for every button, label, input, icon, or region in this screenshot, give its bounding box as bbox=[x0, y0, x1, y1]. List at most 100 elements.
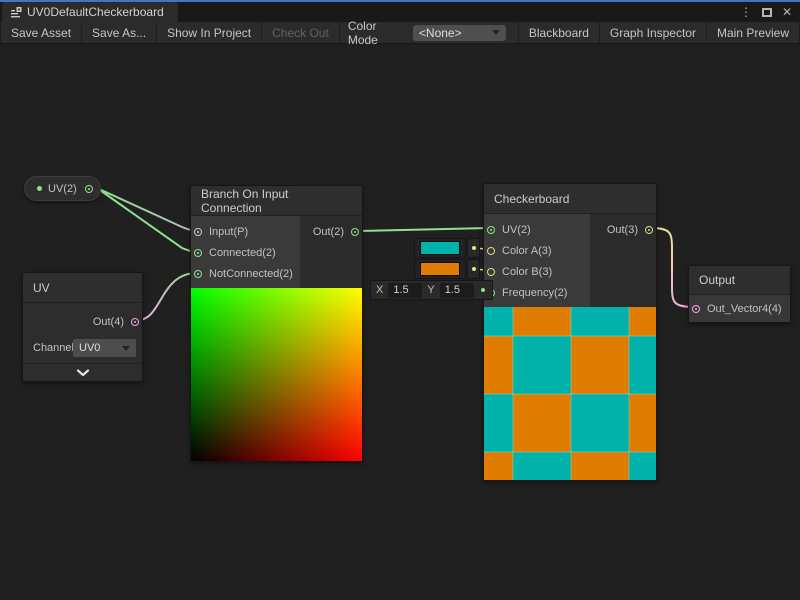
node-title: UV bbox=[23, 273, 142, 303]
color-a-connector bbox=[467, 238, 480, 258]
blackboard-toggle-button[interactable]: Blackboard bbox=[518, 22, 600, 43]
color-mode-label: Color Mode bbox=[340, 22, 413, 43]
branch-node-body: Input(P) Connected(2) NotConnected(2) Ou… bbox=[191, 216, 362, 288]
port-label: Connected(2) bbox=[209, 247, 276, 259]
color-a-port[interactable] bbox=[487, 247, 495, 255]
maximize-icon[interactable] bbox=[762, 8, 772, 17]
frequency-widget: X 1.5 Y 1.5 bbox=[370, 280, 493, 300]
color-a-swatch-box[interactable] bbox=[414, 238, 466, 258]
channel-value: UV0 bbox=[79, 342, 100, 354]
port-row-frequency: Frequency(2) bbox=[484, 282, 590, 303]
node-title: Output bbox=[689, 266, 790, 295]
out2-port[interactable] bbox=[351, 228, 359, 236]
close-icon[interactable]: ✕ bbox=[782, 5, 792, 19]
color-b-connector bbox=[467, 259, 480, 279]
color-mode-value: <None> bbox=[419, 26, 462, 40]
node-branch-on-input-connection[interactable]: Branch On Input Connection Input(P) Conn… bbox=[190, 185, 363, 462]
port-label: Color B(3) bbox=[502, 266, 552, 278]
port-label: Out(2) bbox=[313, 226, 344, 238]
uv-node-body: Out(4) Channel UV0 bbox=[23, 303, 142, 381]
port-row-out3: Out(3) bbox=[590, 219, 656, 240]
port-label: Out_Vector4(4) bbox=[707, 303, 782, 315]
tab-title: UV0DefaultCheckerboard bbox=[27, 5, 164, 19]
toolbar: Save Asset Save As... Show In Project Ch… bbox=[0, 22, 800, 44]
color-a-swatch[interactable] bbox=[420, 241, 460, 255]
port-row-color-b: Color B(3) bbox=[484, 261, 590, 282]
color-b-swatch[interactable] bbox=[420, 262, 460, 276]
output-node-body: Out_Vector4(4) bbox=[689, 295, 790, 322]
channel-label: Channel bbox=[33, 342, 73, 354]
edge-uvout4-to-notconnected bbox=[138, 273, 197, 320]
save-as-button[interactable]: Save As... bbox=[82, 22, 157, 43]
pill-label: UV(2) bbox=[48, 183, 77, 195]
color-b-port[interactable] bbox=[487, 268, 495, 276]
menu-kebab-icon[interactable]: ⋮ bbox=[740, 5, 752, 19]
node-title: Branch On Input Connection bbox=[191, 186, 362, 216]
channel-dropdown[interactable]: UV0 bbox=[73, 339, 136, 357]
connected-port[interactable] bbox=[194, 249, 202, 257]
shader-graph-window: UV0DefaultCheckerboard ⋮ ✕ Save Asset Sa… bbox=[0, 0, 800, 600]
color-a-widget bbox=[414, 238, 480, 258]
tab-uv0defaultcheckerboard[interactable]: UV0DefaultCheckerboard bbox=[2, 2, 178, 22]
checkerboard-inputs: UV(2) Color A(3) Color B(3) Frequency(2) bbox=[484, 214, 590, 307]
main-preview-toggle-button[interactable]: Main Preview bbox=[707, 22, 800, 43]
chevron-down-icon bbox=[492, 30, 500, 35]
port-row-color-a: Color A(3) bbox=[484, 240, 590, 261]
color-mode-dropdown[interactable]: <None> bbox=[413, 25, 506, 41]
uv2-input-port[interactable] bbox=[487, 226, 495, 234]
port-row-connected: Connected(2) bbox=[191, 242, 300, 263]
port-label: Out(3) bbox=[607, 224, 638, 236]
port-label: Out(4) bbox=[93, 316, 124, 328]
node-checkerboard[interactable]: Checkerboard UV(2) Color A(3) Color B(3) bbox=[483, 183, 657, 481]
port-label: Color A(3) bbox=[502, 245, 552, 257]
uv2-output-port[interactable] bbox=[85, 185, 93, 193]
color-b-widget bbox=[414, 259, 480, 279]
x-axis-label: X bbox=[373, 284, 386, 296]
connector-dot bbox=[481, 288, 485, 292]
y-axis-label: Y bbox=[424, 284, 437, 296]
port-row-out-vector4: Out_Vector4(4) bbox=[689, 295, 790, 322]
port-row-uv2: UV(2) bbox=[484, 219, 590, 240]
frequency-y-field[interactable]: 1.5 bbox=[440, 283, 474, 298]
collapse-preview-button[interactable] bbox=[23, 363, 142, 381]
port-row-out2: Out(2) bbox=[300, 221, 362, 242]
channel-row: Channel UV0 bbox=[33, 337, 136, 359]
show-in-project-button[interactable]: Show In Project bbox=[157, 22, 262, 43]
port-row-notconnected: NotConnected(2) bbox=[191, 263, 300, 284]
graph-inspector-toggle-button[interactable]: Graph Inspector bbox=[600, 22, 707, 43]
graph-canvas[interactable]: UV(2) Branch On Input Connection Input(P… bbox=[0, 44, 800, 600]
notconnected-port[interactable] bbox=[194, 270, 202, 278]
branch-inputs: Input(P) Connected(2) NotConnected(2) bbox=[191, 216, 300, 288]
port-label: NotConnected(2) bbox=[209, 268, 293, 280]
port-label: Frequency(2) bbox=[502, 287, 567, 299]
connector-dot bbox=[472, 267, 476, 271]
port-label: UV(2) bbox=[502, 224, 531, 236]
edge-uvpill-to-connected bbox=[97, 188, 196, 252]
window-controls: ⋮ ✕ bbox=[740, 2, 800, 22]
window-accent-line bbox=[0, 0, 800, 2]
node-output[interactable]: Output Out_Vector4(4) bbox=[688, 265, 791, 323]
uv-gradient-preview bbox=[191, 288, 362, 461]
checkerboard-outputs: Out(3) bbox=[590, 214, 656, 307]
save-asset-button[interactable]: Save Asset bbox=[0, 22, 82, 43]
edge-uvpill-to-input bbox=[97, 188, 196, 231]
frequency-x-field[interactable]: 1.5 bbox=[388, 283, 422, 298]
out3-port[interactable] bbox=[645, 226, 653, 234]
node-uv2-pill[interactable]: UV(2) bbox=[24, 176, 101, 201]
shader-graph-asset-icon bbox=[10, 6, 22, 18]
node-uv[interactable]: UV Out(4) Channel UV0 bbox=[22, 272, 143, 382]
chevron-down-icon bbox=[76, 369, 90, 377]
color-b-swatch-box[interactable] bbox=[414, 259, 466, 279]
out-vector4-port[interactable] bbox=[692, 305, 700, 313]
check-out-button: Check Out bbox=[262, 22, 340, 43]
port-label: Input(P) bbox=[209, 226, 248, 238]
port-indicator-dot bbox=[37, 186, 42, 191]
connector-dot bbox=[472, 246, 476, 250]
checkerboard-preview bbox=[484, 307, 656, 480]
edge-branchout-to-checkerboard bbox=[358, 228, 489, 231]
node-title: Checkerboard bbox=[484, 184, 656, 214]
port-row-out4: Out(4) bbox=[23, 311, 142, 333]
input-p-port[interactable] bbox=[194, 228, 202, 236]
frequency-connector bbox=[477, 282, 490, 298]
out4-port[interactable] bbox=[131, 318, 139, 326]
